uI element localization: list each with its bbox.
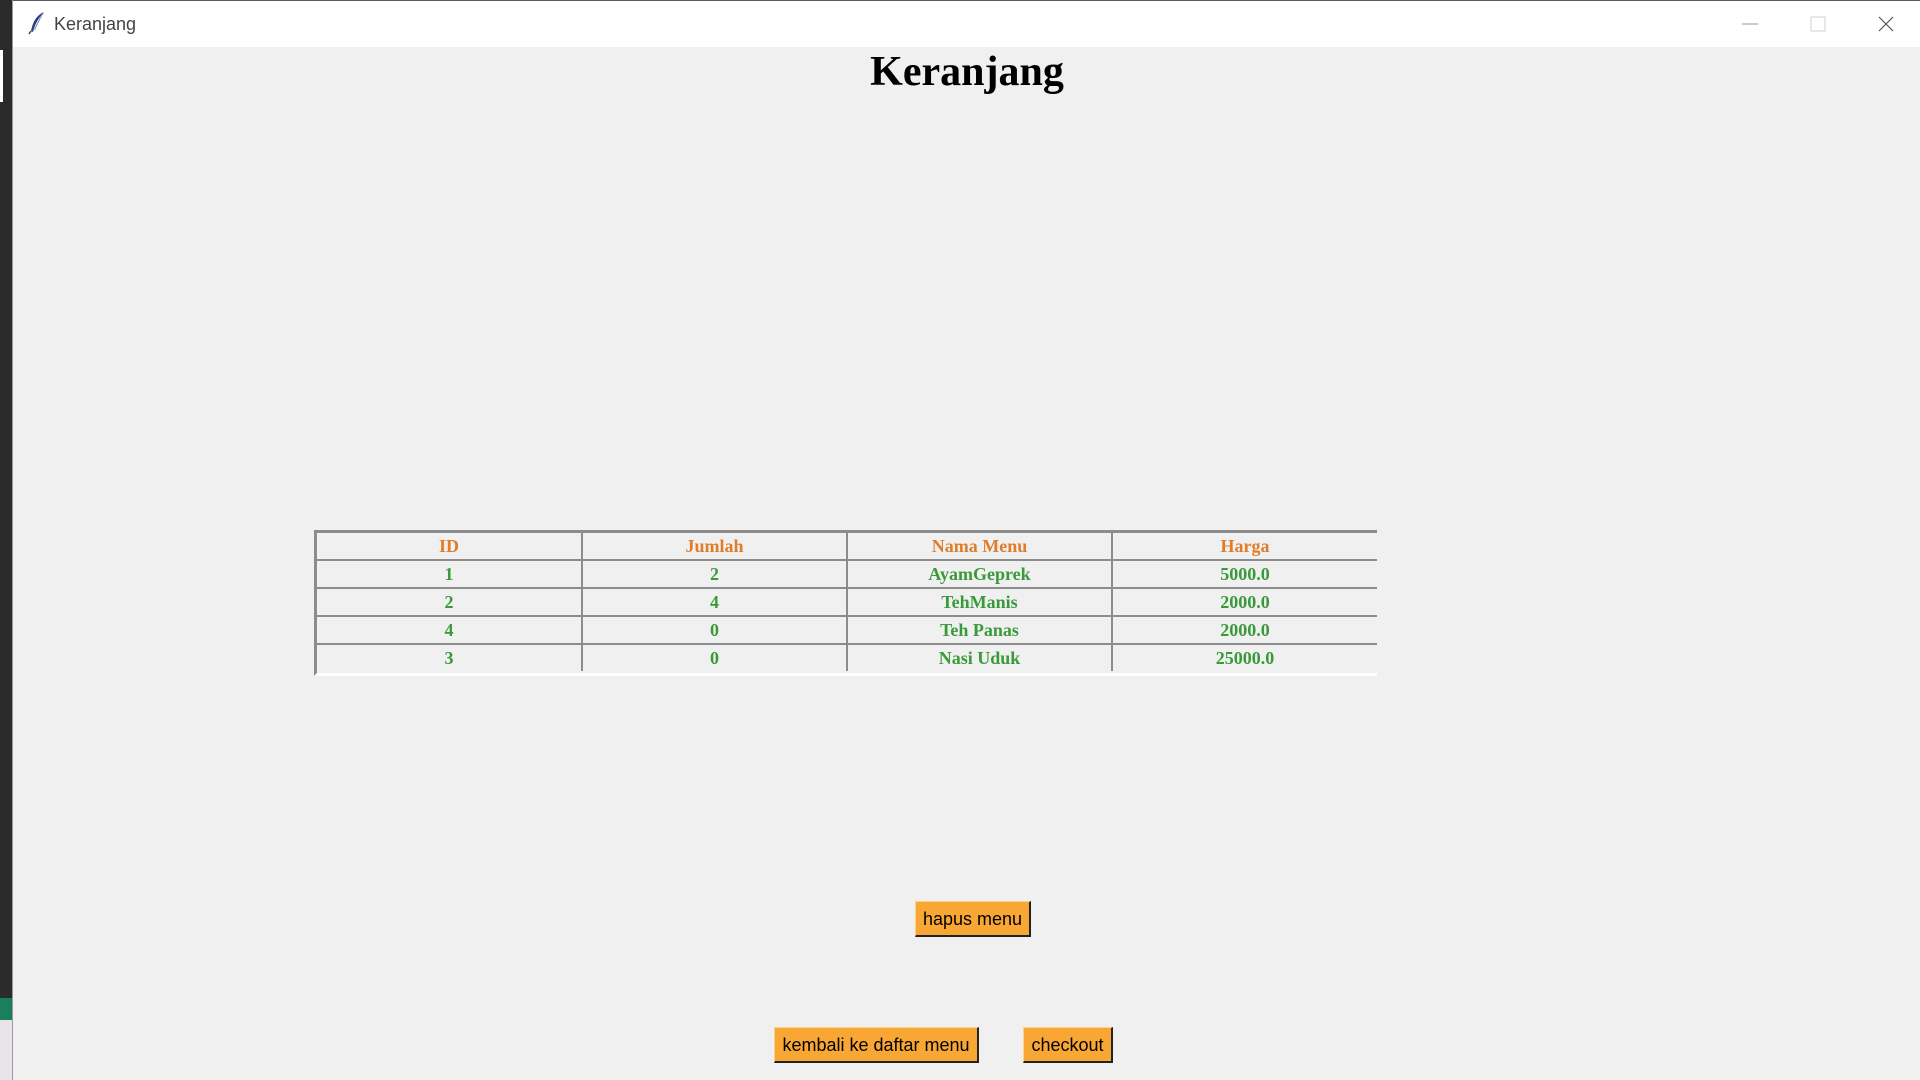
desktop-edge	[0, 0, 12, 1080]
back-to-menu-button[interactable]: kembali ke daftar menu	[774, 1027, 979, 1063]
cell-jumlah: 4	[582, 588, 848, 617]
cell-nama-menu: Teh Panas	[847, 616, 1113, 645]
close-button[interactable]	[1852, 1, 1920, 47]
close-icon	[1878, 16, 1894, 32]
table-row[interactable]: 4 0 Teh Panas 2000.0	[317, 616, 1377, 645]
table-row[interactable]: 2 4 TehManis 2000.0	[317, 588, 1377, 617]
table-row[interactable]: 3 0 Nasi Uduk 25000.0	[317, 644, 1377, 671]
cell-jumlah: 0	[582, 616, 848, 645]
desktop-indicator	[0, 50, 3, 102]
column-header-jumlah[interactable]: Jumlah	[582, 533, 848, 561]
app-window: Keranjang Keranjang ID Jumlah Nama Menu …	[12, 0, 1920, 1080]
checkout-button[interactable]: checkout	[1023, 1027, 1113, 1063]
maximize-icon	[1810, 16, 1826, 32]
minimize-button[interactable]	[1716, 1, 1784, 47]
cell-jumlah: 2	[582, 560, 848, 589]
taskbar-accent	[0, 998, 12, 1020]
cell-harga: 2000.0	[1112, 588, 1377, 617]
hapus-menu-button[interactable]: hapus menu	[915, 901, 1031, 937]
cell-id: 3	[317, 644, 583, 671]
column-header-id[interactable]: ID	[317, 533, 583, 561]
cell-nama-menu: TehManis	[847, 588, 1113, 617]
window-title: Keranjang	[54, 14, 137, 34]
cell-nama-menu: Nasi Uduk	[847, 644, 1113, 671]
desktop-background	[0, 1020, 12, 1080]
minimize-icon	[1742, 23, 1758, 25]
cell-harga: 25000.0	[1215, 648, 1275, 668]
table-row[interactable]: 1 2 AyamGeprek 5000.0	[317, 560, 1377, 589]
cell-id: 1	[317, 560, 583, 589]
column-header-harga[interactable]: Harga	[1112, 533, 1377, 561]
maximize-button[interactable]	[1784, 1, 1852, 47]
column-header-nama-menu[interactable]: Nama Menu	[847, 533, 1113, 561]
cell-harga: 5000.0	[1112, 560, 1377, 589]
cell-nama-menu: AyamGeprek	[847, 560, 1113, 589]
title-bar[interactable]: Keranjang	[13, 0, 1920, 47]
page-title: Keranjang	[870, 49, 1064, 95]
cart-table[interactable]: ID Jumlah Nama Menu Harga 1 2 AyamGeprek…	[314, 530, 1377, 676]
cell-id: 4	[317, 616, 583, 645]
cell-harga: 2000.0	[1112, 616, 1377, 645]
table-header-row: ID Jumlah Nama Menu Harga	[317, 533, 1377, 561]
cell-jumlah: 0	[582, 644, 848, 671]
feather-icon	[27, 11, 49, 35]
cell-id: 2	[317, 588, 583, 617]
